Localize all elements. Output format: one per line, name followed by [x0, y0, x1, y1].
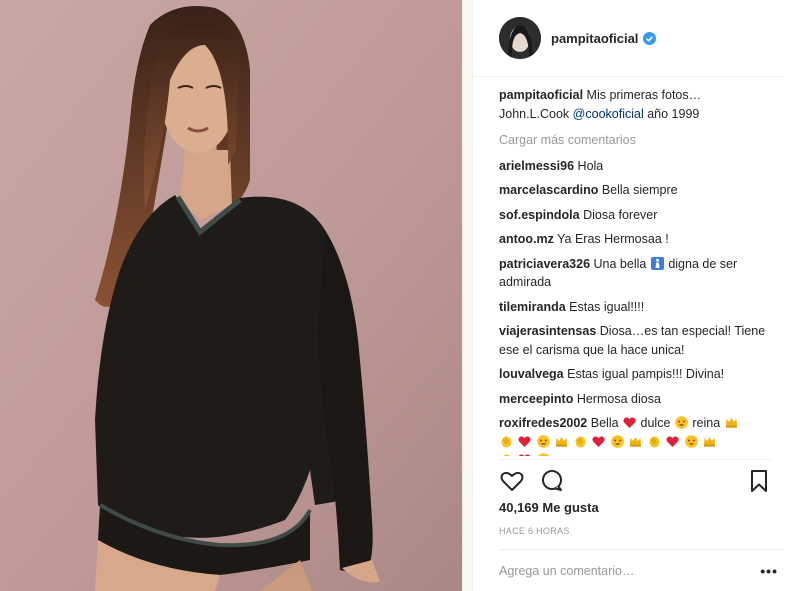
post-sidebar: pampitaoficial pampitaoficial Mis primer… — [472, 0, 790, 591]
comment-username[interactable]: merceepinto — [499, 392, 573, 406]
add-comment-input[interactable]: Agrega un comentario… — [499, 564, 635, 578]
post-timestamp[interactable]: HACE 6 HORAS — [499, 526, 570, 536]
crown-emoji-icon — [629, 435, 642, 448]
comment-text: Hola — [577, 158, 604, 173]
comment-text: dulce — [640, 416, 671, 430]
comments-list: pampitaoficial Mis primeras fotos… John.… — [499, 86, 780, 456]
comment: sof.espindola Diosa forever — [499, 206, 780, 225]
comment-bubble-icon[interactable] — [539, 468, 565, 494]
comment-username[interactable]: patriciavera326 — [499, 257, 590, 271]
comment: arielmessi96 Hola — [499, 157, 780, 176]
more-options-icon[interactable]: ••• — [760, 563, 778, 579]
add-comment-bar: Agrega un comentario… ••• — [499, 549, 784, 591]
red-heart-emoji-icon — [666, 435, 679, 448]
caption-year: año 1999 — [647, 106, 700, 121]
post-caption: pampitaoficial Mis primeras fotos… John.… — [499, 86, 780, 123]
comment: roxifredes2002 Bella dulce reina — [499, 414, 780, 456]
crown-emoji-icon — [725, 416, 738, 429]
red-heart-emoji-icon — [518, 453, 531, 456]
comment: antoo.mz Ya Eras Hermosaa ! — [499, 230, 780, 249]
clapping-hands-emoji-icon — [574, 435, 587, 448]
caption-username[interactable]: pampitaoficial — [499, 88, 583, 102]
red-heart-emoji-icon — [623, 416, 636, 429]
heart-eyes-emoji-icon — [537, 453, 550, 456]
comment: patriciavera326 Una bella digna de ser a… — [499, 255, 780, 292]
post-actions-bar — [499, 459, 772, 501]
caption-credit: John.L.Cook — [499, 106, 570, 121]
load-more-comments-link[interactable]: Cargar más comentarios — [499, 131, 780, 150]
clapping-hands-emoji-icon — [500, 435, 513, 448]
likes-count[interactable]: 40,169 Me gusta — [499, 500, 599, 515]
heart-outline-icon[interactable] — [499, 468, 525, 494]
caption-mention-link[interactable]: @cookoficial — [573, 107, 644, 121]
heart-eyes-emoji-icon — [537, 434, 550, 448]
comment: marcelascardino Bella siempre — [499, 181, 780, 200]
clapping-hands-emoji-icon — [648, 435, 661, 448]
comment: louvalvega Estas igual pampis!!! Divina! — [499, 365, 780, 384]
comment-username[interactable]: tilemiranda — [499, 300, 566, 314]
comment-text: Hermosa diosa — [576, 391, 661, 406]
avatar[interactable] — [499, 17, 541, 59]
heart-eyes-emoji-icon — [675, 416, 688, 429]
comment-text: Una bella — [593, 256, 647, 271]
comment-username[interactable]: roxifredes2002 — [499, 416, 587, 430]
crown-emoji-icon — [703, 435, 716, 448]
comment-username[interactable]: louvalvega — [499, 367, 564, 381]
comment: viajerasintensas Diosa…es tan especial! … — [499, 322, 780, 359]
heart-eyes-emoji-icon — [685, 434, 698, 448]
woman-emoji-icon — [650, 256, 664, 270]
comment-username[interactable]: arielmessi96 — [499, 159, 574, 173]
bookmark-icon[interactable] — [746, 468, 772, 494]
comment-text: Bella — [590, 416, 619, 430]
comment: merceepinto Hermosa diosa — [499, 390, 780, 409]
post-photo[interactable] — [0, 0, 472, 591]
comment-username[interactable]: marcelascardino — [499, 183, 598, 197]
comment-username[interactable]: antoo.mz — [499, 232, 554, 246]
caption-text: Mis primeras fotos… — [586, 88, 702, 102]
crown-emoji-icon — [555, 435, 568, 448]
avatar-image — [499, 17, 541, 59]
heart-eyes-emoji-icon — [611, 434, 624, 448]
comment: tilemiranda Estas igual!!!! — [499, 298, 780, 317]
username-link[interactable]: pampitaoficial — [551, 31, 638, 46]
comment-text: Bella siempre — [601, 183, 678, 197]
comment-text: Ya Eras Hermosaa ! — [557, 232, 669, 246]
red-heart-emoji-icon — [592, 435, 605, 448]
clapping-hands-emoji-icon — [500, 453, 513, 456]
comment-text: Estas igual pampis!!! Divina! — [567, 367, 725, 381]
comment-username[interactable]: viajerasintensas — [499, 324, 596, 338]
post-header: pampitaoficial — [473, 0, 784, 77]
comment-text: Diosa forever — [583, 207, 658, 222]
photo-illustration — [0, 0, 472, 591]
verified-badge-icon — [643, 31, 657, 45]
red-heart-emoji-icon — [518, 435, 531, 448]
comment-text: reina — [692, 416, 721, 430]
instagram-post: pampitaoficial pampitaoficial Mis primer… — [0, 0, 790, 591]
comment-text: Estas igual!!!! — [569, 299, 645, 314]
comment-username[interactable]: sof.espindola — [499, 208, 580, 222]
